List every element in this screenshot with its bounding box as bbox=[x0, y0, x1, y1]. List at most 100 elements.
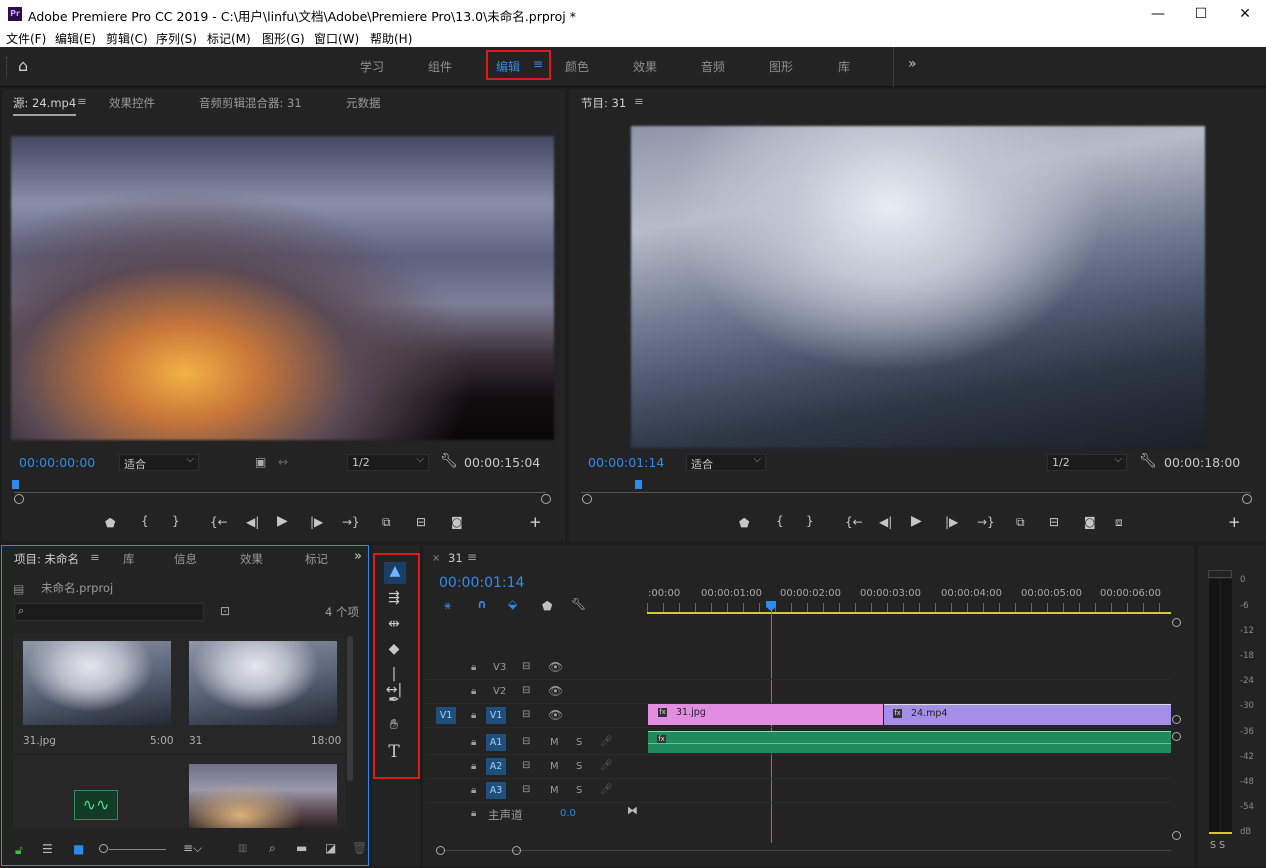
comparison-view-icon[interactable]: ⧈ bbox=[1115, 515, 1123, 530]
lane-v3[interactable] bbox=[647, 656, 1171, 680]
mic-icon[interactable]: 🎤︎ bbox=[600, 784, 613, 795]
sync-lock-icon[interactable]: ⊟ bbox=[522, 736, 530, 747]
home-icon[interactable]: ⌂ bbox=[18, 56, 28, 75]
type-tool-icon[interactable]: T bbox=[384, 742, 404, 762]
source-fit-select[interactable]: 适合 bbox=[119, 454, 199, 471]
tab-audio-clip-mixer[interactable]: 音频剪辑混合器: 31 bbox=[199, 95, 302, 111]
scroll-handle[interactable] bbox=[1172, 618, 1181, 627]
wrench-icon[interactable]: 🔧︎ bbox=[1139, 453, 1157, 469]
tab-libraries[interactable]: 库 bbox=[123, 551, 135, 567]
lock-icon[interactable]: 🔓︎ bbox=[15, 843, 23, 858]
lock-icon[interactable]: 🔒︎ bbox=[471, 737, 476, 748]
lock-icon[interactable]: 🔒︎ bbox=[471, 808, 476, 819]
overwrite-icon[interactable]: ⊟ bbox=[416, 515, 426, 529]
more-workspaces-button[interactable]: » bbox=[908, 56, 917, 72]
work-area-bar[interactable] bbox=[647, 612, 1171, 614]
step-back-icon[interactable]: ◀| bbox=[246, 515, 259, 529]
track-target-a1[interactable]: A1 bbox=[486, 734, 506, 751]
zoom-handle-left[interactable] bbox=[436, 846, 445, 855]
tab-project[interactable]: 项目: 未命名 bbox=[14, 551, 79, 567]
lane-a1[interactable]: fx bbox=[647, 731, 1171, 755]
go-to-end-icon[interactable]: ⧓ bbox=[627, 804, 638, 817]
solo-button[interactable]: S bbox=[576, 785, 582, 796]
maximize-button[interactable]: ☐ bbox=[1178, 0, 1224, 28]
zoom-slider[interactable] bbox=[109, 849, 166, 850]
workspace-graphics[interactable]: 图形 bbox=[769, 58, 793, 75]
workspace-color[interactable]: 颜色 bbox=[565, 58, 589, 75]
nest-toggle-icon[interactable]: ⚹ bbox=[444, 598, 451, 613]
new-bin-icon[interactable]: ▬ bbox=[296, 841, 307, 855]
hand-tool-icon[interactable]: ✋︎ bbox=[384, 717, 404, 733]
workspace-effects[interactable]: 效果 bbox=[633, 58, 657, 75]
program-playhead[interactable] bbox=[635, 480, 642, 489]
add-marker-icon[interactable]: ⬟ bbox=[542, 599, 552, 613]
ripple-edit-tool-icon[interactable]: ⇹ bbox=[384, 616, 404, 632]
menu-window[interactable]: 窗口(W) bbox=[314, 30, 359, 47]
add-button-icon[interactable]: + bbox=[529, 513, 542, 531]
eye-icon[interactable]: 👁︎ bbox=[548, 708, 563, 722]
pen-tool-icon[interactable]: ✒ bbox=[384, 692, 404, 708]
timeline-ruler-ticks[interactable] bbox=[647, 603, 1171, 612]
mute-button[interactable]: M bbox=[550, 785, 559, 796]
zoom-slider-handle[interactable] bbox=[99, 844, 108, 853]
workspace-library[interactable]: 库 bbox=[838, 58, 850, 75]
step-forward-icon[interactable]: |▶ bbox=[945, 515, 958, 529]
automate-icon[interactable]: ▥ bbox=[238, 843, 247, 854]
menu-clip[interactable]: 剪辑(C) bbox=[106, 30, 148, 47]
menu-marker[interactable]: 标记(M) bbox=[207, 30, 251, 47]
source-resolution-select[interactable]: 1/2 bbox=[347, 454, 429, 471]
scroll-handle[interactable] bbox=[1172, 831, 1181, 840]
lane-a3[interactable] bbox=[647, 779, 1171, 803]
add-marker-icon[interactable]: ⬟ bbox=[105, 516, 115, 530]
track-select-tool-icon[interactable]: ⇶ bbox=[384, 590, 404, 606]
tab-effects[interactable]: 效果 bbox=[240, 551, 263, 567]
workspace-assembly[interactable]: 组件 bbox=[428, 58, 452, 75]
lift-icon[interactable]: ⧉ bbox=[1016, 515, 1025, 530]
source-ruler[interactable] bbox=[14, 492, 546, 493]
master-volume[interactable]: 0.0 bbox=[560, 808, 576, 819]
step-forward-icon[interactable]: |▶ bbox=[310, 515, 323, 529]
go-to-out-icon[interactable]: →} bbox=[342, 515, 360, 529]
program-resolution-select[interactable]: 1/2 bbox=[1047, 454, 1127, 471]
tab-markers[interactable]: 标记 bbox=[305, 551, 328, 567]
minimize-button[interactable]: — bbox=[1135, 0, 1181, 28]
project-item-audio[interactable]: ∿∿ bbox=[13, 756, 179, 828]
drag-video-icon[interactable]: ↔ bbox=[278, 455, 288, 469]
tab-program[interactable]: 节目: 31 bbox=[581, 95, 626, 111]
new-item-icon[interactable]: ◪ bbox=[325, 841, 336, 855]
project-item-24mp4[interactable] bbox=[179, 756, 345, 828]
mark-in-icon[interactable]: { bbox=[141, 514, 149, 528]
add-marker-icon[interactable]: ⬟ bbox=[739, 516, 749, 530]
go-to-in-icon[interactable]: {← bbox=[845, 515, 863, 529]
mute-button[interactable]: M bbox=[550, 761, 559, 772]
camera-icon[interactable]: ◙ bbox=[1084, 515, 1096, 529]
timeline-timecode[interactable]: 00:00:01:14 bbox=[439, 575, 524, 591]
extract-icon[interactable]: ⊟ bbox=[1049, 515, 1059, 529]
lock-icon[interactable]: 🔒︎ bbox=[471, 662, 476, 673]
lock-icon[interactable]: 🔒︎ bbox=[471, 785, 476, 796]
tab-menu-icon[interactable]: ≡ bbox=[467, 550, 477, 564]
track-target-a3[interactable]: A3 bbox=[486, 782, 506, 799]
scroll-handle[interactable] bbox=[1172, 715, 1181, 724]
tab-effect-controls[interactable]: 效果控件 bbox=[109, 95, 155, 111]
add-button-icon[interactable]: + bbox=[1228, 513, 1241, 531]
sync-lock-icon[interactable]: ⊟ bbox=[522, 685, 530, 696]
play-icon[interactable]: ▶ bbox=[277, 513, 288, 529]
tab-info[interactable]: 信息 bbox=[174, 551, 197, 567]
mic-icon[interactable]: 🎤︎ bbox=[600, 760, 613, 771]
mic-icon[interactable]: 🎤︎ bbox=[600, 736, 613, 747]
search-input[interactable] bbox=[14, 603, 204, 621]
workspace-learn[interactable]: 学习 bbox=[360, 58, 384, 75]
go-to-out-icon[interactable]: →} bbox=[977, 515, 995, 529]
sync-lock-icon[interactable]: ⊟ bbox=[522, 760, 530, 771]
lane-v1[interactable]: fx 31.jpg fx 24.mp4 bbox=[647, 704, 1171, 728]
project-item-31jpg[interactable]: 31.jpg 5:00 bbox=[13, 633, 179, 753]
timeline-settings-icon[interactable]: 🔧︎ bbox=[571, 597, 586, 611]
linked-selection-icon[interactable]: ⬙ bbox=[508, 597, 517, 611]
menu-graphics[interactable]: 图形(G) bbox=[262, 30, 305, 47]
find-icon[interactable]: ⌕ bbox=[269, 841, 276, 856]
play-icon[interactable]: ▶ bbox=[911, 513, 922, 529]
eye-icon[interactable]: 👁︎ bbox=[548, 684, 563, 698]
menu-file[interactable]: 文件(F) bbox=[6, 30, 46, 47]
zoom-handle-right[interactable] bbox=[1242, 494, 1252, 504]
